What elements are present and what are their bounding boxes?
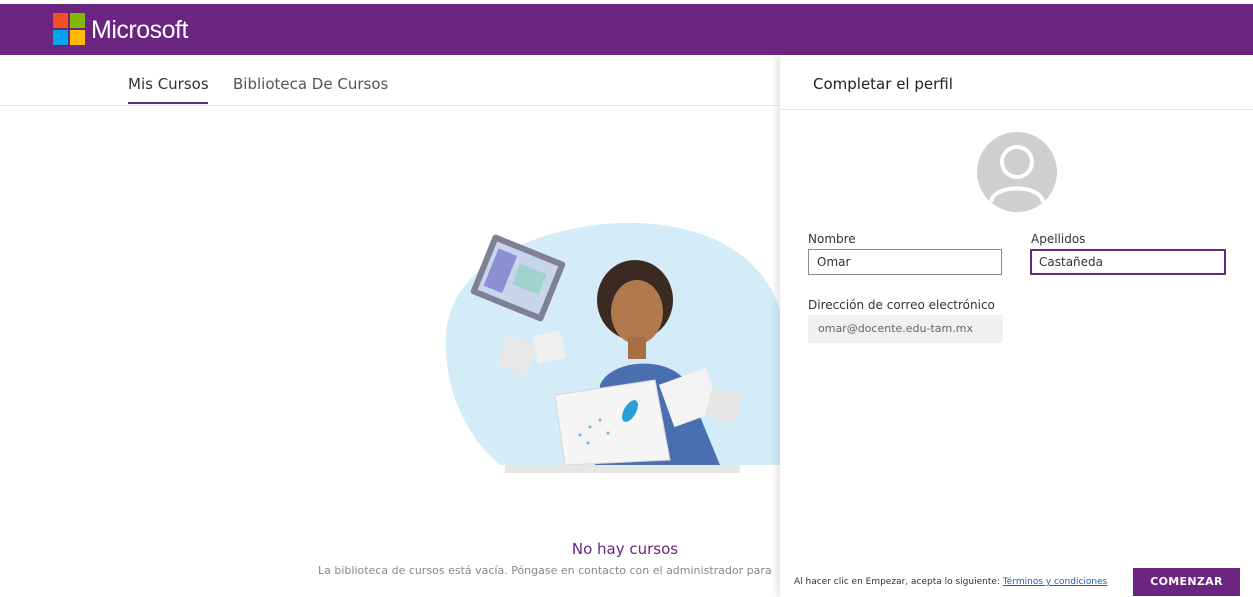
top-bar: Microsoft: [0, 4, 1253, 55]
user-avatar-icon[interactable]: [977, 132, 1057, 212]
email-label: Dirección de correo electrónico: [808, 298, 995, 312]
empty-courses-illustration: [445, 222, 785, 473]
panel-title: Completar el perfil: [813, 75, 953, 93]
start-button[interactable]: COMENZAR: [1133, 568, 1240, 596]
terms-notice: Al hacer clic en Empezar, acepta lo sigu…: [794, 577, 1107, 587]
empty-state-title: No hay cursos: [571, 540, 679, 558]
first-name-field[interactable]: Omar: [808, 249, 1002, 275]
active-tab-indicator: [128, 102, 208, 104]
panel-divider: [780, 109, 1253, 110]
empty-state-description: La biblioteca de cursos está vacía. Póng…: [318, 564, 772, 577]
last-name-label: Apellidos: [1031, 232, 1086, 246]
first-name-label: Nombre: [808, 232, 856, 246]
brand-name: Microsoft: [91, 16, 188, 44]
tab-biblioteca-de-cursos[interactable]: Biblioteca De Cursos: [233, 75, 388, 93]
microsoft-logo-icon: [53, 13, 85, 45]
terms-link[interactable]: Términos y condiciones: [1003, 577, 1108, 587]
complete-profile-panel: Completar el perfil Nombre Omar Apellido…: [780, 55, 1253, 597]
tab-mis-cursos[interactable]: Mis Cursos: [128, 75, 209, 93]
email-field: omar@docente.edu-tam.mx: [808, 315, 1003, 343]
last-name-field[interactable]: Castañeda: [1030, 249, 1226, 275]
terms-prefix: Al hacer clic en Empezar, acepta lo sigu…: [794, 577, 1000, 587]
